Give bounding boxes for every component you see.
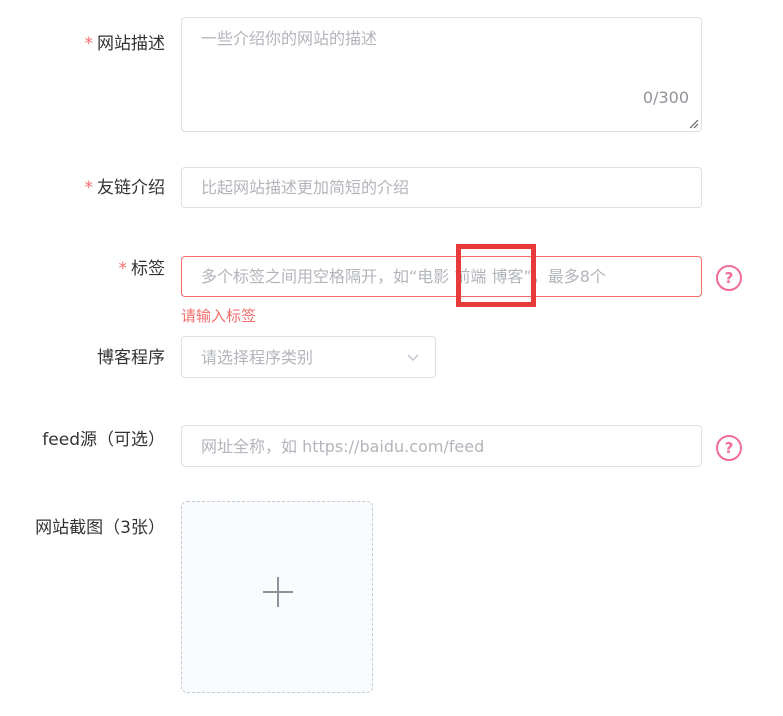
feed-label: feed源（可选） (42, 430, 165, 450)
blog-program-select[interactable]: 请选择程序类别 (181, 336, 436, 378)
description-label: * 网站描述 (84, 34, 166, 54)
description-textarea[interactable]: 一些介绍你的网站的描述 0/300 (181, 17, 702, 132)
required-mark: * (84, 34, 94, 54)
description-placeholder: 一些介绍你的网站的描述 (201, 29, 378, 48)
resize-grip-icon[interactable] (689, 119, 699, 129)
screenshots-label: 网站截图（3张） (35, 518, 165, 538)
tags-placeholder: 多个标签之间用空格隔开，如“电影 前端 博客”，最多8个 (201, 267, 606, 286)
feed-input[interactable]: 网址全称，如 https://baidu.com/feed (181, 425, 702, 467)
feed-placeholder: 网址全称，如 https://baidu.com/feed (201, 437, 485, 456)
required-mark: * (84, 178, 94, 198)
friend-intro-input[interactable]: 比起网站描述更加简短的介绍 (181, 167, 702, 208)
chevron-down-icon (407, 354, 419, 362)
friend-intro-label: * 友链介绍 (84, 178, 166, 198)
friend-intro-placeholder: 比起网站描述更加简短的介绍 (201, 178, 410, 197)
tags-error-message: 请输入标签 (181, 307, 257, 325)
tags-input[interactable]: 多个标签之间用空格隔开，如“电影 前端 博客”，最多8个 (181, 256, 702, 297)
blog-program-label: 博客程序 (97, 348, 165, 368)
screenshot-upload-button[interactable] (181, 501, 373, 693)
description-counter: 0/300 (642, 88, 689, 107)
feed-help-icon[interactable]: ? (716, 435, 742, 461)
required-mark: * (118, 259, 128, 279)
blog-program-placeholder: 请选择程序类别 (201, 348, 314, 367)
tags-label: * 标签 (118, 259, 166, 279)
tags-help-icon[interactable]: ? (716, 265, 742, 291)
